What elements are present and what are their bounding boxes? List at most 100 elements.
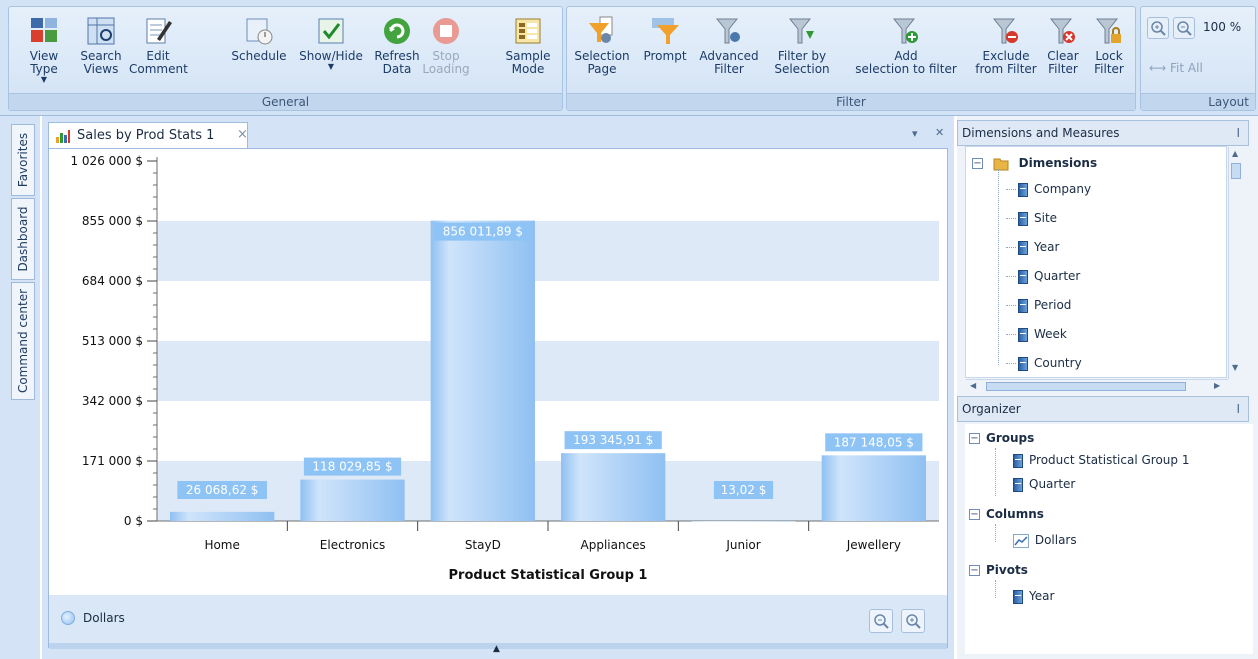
organizer-group-item[interactable]: Product Statistical Group 1 <box>1013 450 1189 470</box>
dimension-icon <box>1018 356 1028 371</box>
legend-bar: Dollars <box>49 595 947 643</box>
collapse-icon[interactable]: − <box>969 565 980 576</box>
stop-loading-button[interactable]: Stop Loading <box>421 9 471 93</box>
tab-favorites-label: Favorites <box>16 132 30 188</box>
schedule-button[interactable]: Schedule <box>229 9 289 93</box>
edit-comment-button[interactable]: Edit Comment <box>129 9 188 93</box>
columns-label: Columns <box>986 507 1044 521</box>
hscroll-thumb[interactable] <box>986 382 1186 391</box>
dimension-item[interactable]: Week <box>1006 324 1067 344</box>
search-views-button[interactable]: Search Views <box>75 9 127 93</box>
vertical-scrollbar[interactable]: ▲ ▼ <box>1228 147 1242 379</box>
dimension-item[interactable]: Year <box>1006 237 1059 257</box>
tree-connector <box>1006 247 1016 248</box>
dimensions-panel-title: Dimensions and Measures <box>962 126 1120 140</box>
pin-icon[interactable]: ⵏ <box>1236 397 1240 421</box>
exclude-from-filter-button[interactable]: Exclude from Filter <box>971 9 1041 93</box>
tab-dashboard[interactable]: Dashboard <box>11 198 35 280</box>
collapse-icon[interactable]: − <box>972 158 983 169</box>
bar-appliances[interactable] <box>561 453 666 521</box>
bar-electronics[interactable] <box>300 479 405 521</box>
collapse-icon[interactable]: − <box>969 509 980 520</box>
bar-home[interactable] <box>170 511 275 521</box>
zoom-out-icon <box>1177 21 1192 36</box>
selection-page-button[interactable]: Selection Page <box>571 9 633 93</box>
organizer-column-item[interactable]: Dollars <box>1013 530 1077 550</box>
scroll-thumb[interactable] <box>1231 163 1241 179</box>
collapse-icon[interactable]: − <box>969 433 980 444</box>
dimensions-tree: − Dimensions Company Site Year Quarter Perio… <box>965 146 1242 393</box>
pane-close-icon[interactable]: ✕ <box>935 126 944 139</box>
advanced-filter-button[interactable]: Advanced Filter <box>697 9 761 93</box>
document-tab-close-icon[interactable]: × <box>237 127 248 142</box>
dimension-item[interactable]: Country <box>1006 353 1082 373</box>
organizer-pivots[interactable]: − Pivots <box>969 560 1028 580</box>
organizer-group-item[interactable]: Quarter <box>1013 474 1075 494</box>
sample-mode-button[interactable]: Sample Mode <box>499 9 557 93</box>
dimension-item[interactable]: Quarter <box>1006 266 1080 286</box>
schedule-icon <box>246 18 273 45</box>
tab-command-center[interactable]: Command center <box>11 282 35 400</box>
ribbon-group-general: View Type ▼ Search Views Edit Comment Sc… <box>8 6 563 111</box>
edit-comment-label: Edit Comment <box>129 49 188 76</box>
zoom-in-button[interactable] <box>1147 17 1169 39</box>
x-tick-label: Appliances <box>581 538 646 552</box>
lock-filter-label: Lock Filter <box>1094 49 1124 76</box>
y-tick-label: 684 000 $ <box>82 274 143 288</box>
bar-stayd[interactable] <box>430 220 535 521</box>
x-axis-title: Product Statistical Group 1 <box>449 568 648 583</box>
tree-connector <box>1006 218 1016 219</box>
zoom-value[interactable]: 100 % <box>1203 20 1241 34</box>
scroll-left-icon[interactable]: ◀ <box>970 381 976 390</box>
bar-jewellery[interactable] <box>821 455 926 521</box>
tab-favorites[interactable]: Favorites <box>11 124 35 196</box>
tree-connector <box>1006 276 1016 277</box>
dimension-icon <box>1018 211 1028 226</box>
organizer-pivot-item[interactable]: Year <box>1013 586 1054 606</box>
dimensions-root[interactable]: − Dimensions <box>972 153 1097 173</box>
lock-filter-button[interactable]: Lock Filter <box>1087 9 1131 93</box>
bar-junior[interactable] <box>691 520 796 522</box>
zoom-out-button[interactable] <box>1173 17 1195 39</box>
scroll-up-icon[interactable]: ▲ <box>1232 149 1238 158</box>
pane-menu-icon[interactable]: ▾ <box>912 127 918 140</box>
dimension-item-label: Period <box>1034 298 1072 312</box>
prompt-icon <box>652 18 679 44</box>
collapse-arrow-icon[interactable]: ▲ <box>493 644 500 654</box>
add-selection-to-filter-button[interactable]: Add selection to filter <box>841 9 971 93</box>
prompt-button[interactable]: Prompt <box>641 9 689 93</box>
measure-line-icon <box>1013 533 1029 548</box>
zoom-in-icon <box>906 614 921 629</box>
dimension-item[interactable]: Site <box>1006 208 1057 228</box>
show-hide-button[interactable]: Show/Hide ▼ <box>295 9 367 93</box>
dimension-item[interactable]: Period <box>1006 295 1071 315</box>
horizontal-scrollbar[interactable]: ◀ ▶ <box>966 379 1228 393</box>
scroll-right-icon[interactable]: ▶ <box>1214 381 1220 390</box>
layout-group-title: Layout <box>1141 93 1255 110</box>
group-item-label: Quarter <box>1029 477 1076 491</box>
chart-zoom-in-button[interactable] <box>901 609 925 633</box>
show-hide-icon <box>318 18 344 44</box>
general-group-title: General <box>9 93 562 110</box>
clear-filter-button[interactable]: Clear Filter <box>1043 9 1083 93</box>
dimensions-panel-header: Dimensions and Measures ⵏ <box>957 120 1249 146</box>
refresh-data-button[interactable]: Refresh Data <box>373 9 421 93</box>
filter-by-selection-button[interactable]: Filter by Selection <box>773 9 831 93</box>
prompt-label: Prompt <box>643 49 687 63</box>
grid-band <box>157 341 939 401</box>
view-type-button[interactable]: View Type ▼ <box>15 9 73 93</box>
pin-icon[interactable]: ⵏ <box>1236 121 1240 145</box>
organizer-columns[interactable]: − Columns <box>969 504 1044 524</box>
fit-all-button[interactable]: ⟷ Fit All <box>1149 61 1203 75</box>
document-tab[interactable]: Sales by Prod Stats 1 × <box>48 122 248 148</box>
organizer-groups[interactable]: − Groups <box>969 428 1034 448</box>
scroll-down-icon[interactable]: ▼ <box>1232 363 1238 372</box>
dimension-item[interactable]: Company <box>1006 179 1091 199</box>
series-dollars-swatch[interactable] <box>61 611 75 625</box>
chart-zoom-out-button[interactable] <box>869 609 893 633</box>
dimension-item-label: Country <box>1034 356 1082 370</box>
show-hide-label: Show/Hide <box>299 49 363 63</box>
tree-connector <box>998 169 999 365</box>
dimension-icon <box>1018 240 1028 255</box>
add-filter-icon <box>892 18 918 44</box>
